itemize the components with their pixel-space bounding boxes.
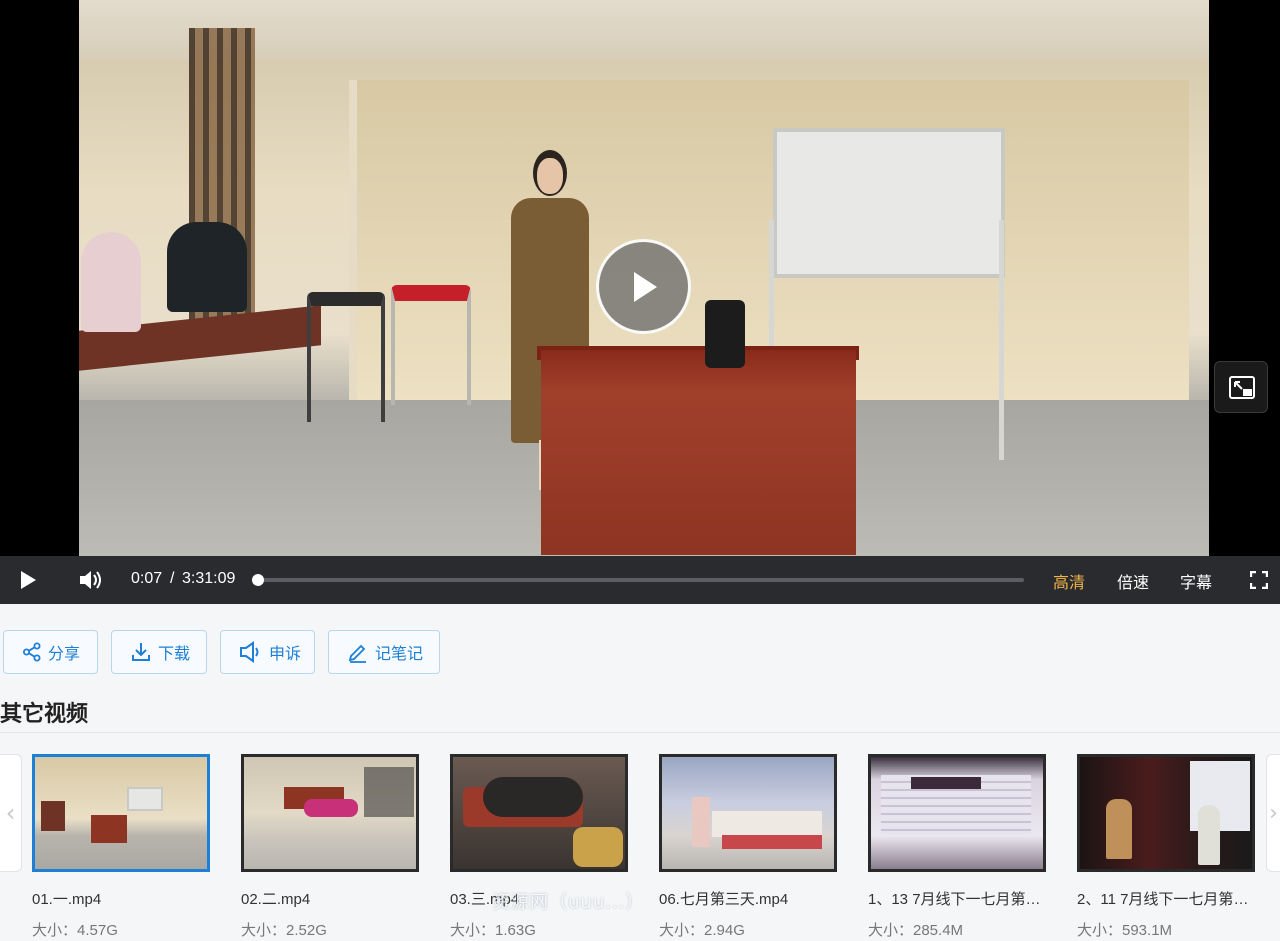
appeal-label: 申诉 — [269, 644, 302, 663]
scene-attendee — [167, 222, 247, 312]
video-size: 大小：1.63G — [450, 922, 536, 939]
scene-whiteboard — [773, 128, 1005, 278]
action-bar: 分享 下载 申诉 记笔记 — [3, 630, 440, 674]
video-player[interactable]: 0:07 / 3:31:09 高清 倍速 字幕 — [0, 0, 1280, 604]
video-card[interactable]: 1、13 7月线下一七月第二... 大小：285.4M — [868, 754, 1046, 940]
take-notes-button[interactable]: 记笔记 — [328, 630, 440, 674]
carousel-next-button[interactable]: › — [1266, 754, 1280, 872]
video-card[interactable]: 2、11 7月线下一七月第二... 大小：593.1M — [1077, 754, 1255, 940]
big-play-button[interactable] — [596, 239, 691, 334]
play-button[interactable] — [18, 556, 42, 604]
video-size: 大小：285.4M — [868, 922, 964, 939]
fullscreen-icon — [1250, 571, 1268, 589]
video-card[interactable]: 02.二.mp4 大小：2.52G — [241, 754, 419, 940]
video-title: 2、11 7月线下一七月第二... — [1077, 891, 1255, 908]
take-notes-label: 记笔记 — [375, 644, 424, 663]
scene-speaker — [705, 300, 745, 368]
share-button[interactable]: 分享 — [3, 630, 98, 674]
progress-handle[interactable] — [252, 574, 265, 586]
video-card[interactable]: 06.七月第三天.mp4 大小：2.94G — [659, 754, 837, 940]
download-button[interactable]: 下载 — [111, 630, 207, 674]
video-size: 大小：4.57G — [32, 922, 118, 939]
download-icon — [132, 643, 150, 661]
video-title: 06.七月第三天.mp4 — [659, 891, 789, 908]
divider — [0, 732, 1280, 733]
play-icon — [21, 571, 36, 589]
megaphone-icon — [240, 641, 259, 663]
volume-button[interactable] — [78, 556, 106, 604]
share-label: 分享 — [48, 644, 81, 663]
current-time: 0:07 — [131, 570, 163, 587]
video-title: 03.三.mp4 — [450, 891, 520, 908]
speed-button[interactable]: 倍速 — [1117, 569, 1149, 593]
duration: 3:31:09 — [182, 570, 236, 587]
progress-bar[interactable] — [252, 574, 1024, 586]
scene-whiteboard-leg — [999, 220, 1004, 460]
fullscreen-button[interactable] — [1250, 556, 1270, 604]
share-icon — [23, 642, 41, 662]
video-thumbnail[interactable] — [868, 754, 1046, 872]
video-title: 01.一.mp4 — [32, 891, 102, 908]
chevron-right-icon: › — [1269, 800, 1278, 826]
video-thumbnail[interactable] — [450, 754, 628, 872]
video-size: 大小：593.1M — [1077, 922, 1173, 939]
other-videos-title: 其它视频 — [0, 702, 89, 727]
appeal-button[interactable]: 申诉 — [220, 630, 315, 674]
control-bar: 0:07 / 3:31:09 高清 倍速 字幕 — [0, 556, 1280, 604]
scene-desk — [541, 350, 856, 555]
scene-chair — [391, 285, 471, 405]
pencil-icon — [348, 644, 366, 663]
video-size: 大小：2.94G — [659, 922, 745, 939]
video-card[interactable]: 03.三.mp4 大小：1.63G — [450, 754, 628, 940]
video-card[interactable]: 01.一.mp4 大小：4.57G — [32, 754, 210, 940]
quality-button[interactable]: 高清 — [1053, 569, 1085, 593]
video-size: 大小：2.52G — [241, 922, 327, 939]
scene-chair — [307, 292, 385, 422]
play-icon — [634, 272, 657, 302]
video-thumbnail[interactable] — [32, 754, 210, 872]
picture-in-picture-button[interactable] — [1214, 361, 1268, 413]
volume-icon — [80, 571, 101, 589]
chevron-left-icon: ‹ — [5, 799, 16, 827]
video-title: 1、13 7月线下一七月第二... — [868, 891, 1046, 908]
video-title: 02.二.mp4 — [241, 891, 311, 908]
download-label: 下载 — [158, 644, 191, 663]
carousel-prev-button[interactable]: ‹ — [0, 754, 22, 872]
video-thumbnail[interactable] — [1077, 754, 1255, 872]
picture-in-picture-icon — [1229, 376, 1255, 399]
subtitle-button[interactable]: 字幕 — [1180, 569, 1212, 593]
video-thumbnail[interactable] — [659, 754, 837, 872]
scene-attendee — [81, 232, 141, 332]
video-thumbnail[interactable] — [241, 754, 419, 872]
time-separator: / — [170, 570, 175, 587]
